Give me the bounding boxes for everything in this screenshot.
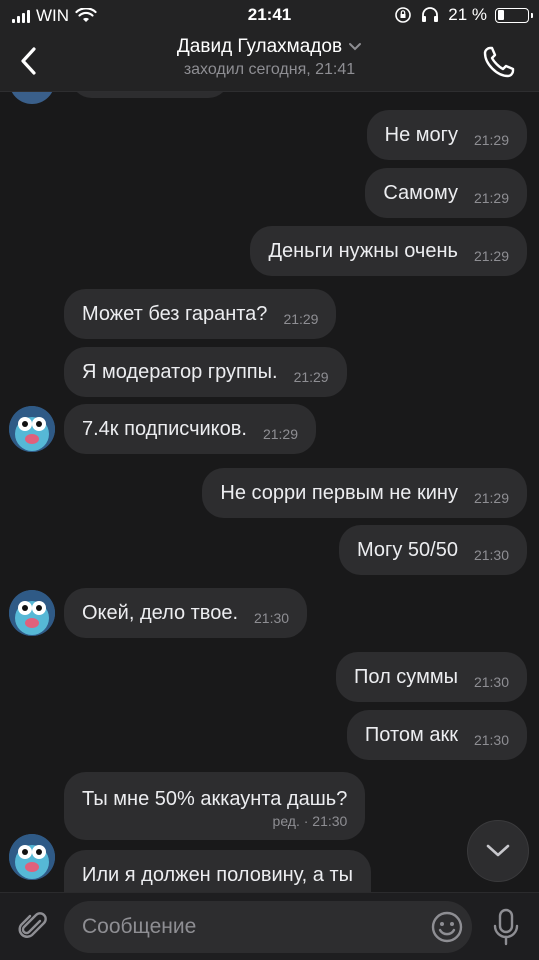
- chevron-down-icon[interactable]: [348, 42, 362, 52]
- chat-header: Давид Гулахмадов заходил сегодня, 21:41: [0, 32, 539, 92]
- message-time: 21:30: [254, 610, 290, 626]
- battery-icon: [495, 7, 533, 23]
- message-text: Не сорри первым не кину: [220, 481, 458, 504]
- message-input[interactable]: [82, 901, 422, 953]
- avatar[interactable]: [9, 834, 55, 880]
- message-bubble[interactable]: Или я должен половину, а ты: [64, 850, 371, 892]
- message-bubble[interactable]: Не могу 21:29: [366, 110, 527, 160]
- message-bubble[interactable]: Окей, дело твое. 21:30: [64, 588, 308, 638]
- message-bubble[interactable]: Пол суммы 21:30: [336, 652, 527, 702]
- message-text: Пол суммы: [354, 665, 458, 688]
- message-bubble[interactable]: Самому 21:29: [365, 168, 527, 218]
- message-time: 21:29: [283, 311, 319, 327]
- avatar[interactable]: [9, 406, 55, 452]
- message-text: Потом акк: [364, 723, 458, 746]
- message-time: 21:29: [473, 190, 509, 206]
- smiley-icon[interactable]: [430, 910, 464, 944]
- battery-percent: 21 %: [448, 5, 487, 24]
- message-text: Деньги нужны очень: [268, 239, 458, 262]
- message-text: 7.4к подписчиков.: [82, 417, 247, 440]
- message-time: 21:29: [473, 132, 509, 148]
- contact-status: заходил сегодня, 21:41: [183, 61, 356, 78]
- message-time: 21:29: [473, 490, 509, 506]
- message-bubble[interactable]: Может без гаранта? 21:29: [64, 289, 337, 339]
- scroll-down-button[interactable]: [467, 820, 529, 882]
- avatar[interactable]: [9, 590, 55, 636]
- message-text: Или я должен половину, а ты: [82, 864, 353, 886]
- phone-icon[interactable]: [481, 44, 517, 80]
- message-time: 21:30: [473, 674, 509, 690]
- message-text: Самому: [383, 181, 458, 204]
- message-time: 21:30: [473, 547, 509, 563]
- orientation-lock-icon: [395, 7, 412, 23]
- message-time: 21:30: [473, 732, 509, 748]
- message-time: 21:29: [473, 248, 509, 264]
- message-bubble[interactable]: Я модератор группы. 21:29: [64, 347, 347, 397]
- microphone-icon[interactable]: [491, 907, 521, 947]
- avatar-image: [9, 590, 55, 636]
- status-bar: WIN 21:41 21 %: [0, 0, 539, 32]
- message-text: Могу 50/50: [357, 538, 458, 561]
- headphones-icon: [422, 7, 439, 22]
- message-bubble[interactable]: Могу 50/50 21:30: [339, 525, 527, 575]
- message-text: Не могу: [384, 123, 458, 146]
- message-text: Ты мне 50% аккаунта дашь?: [82, 787, 348, 810]
- chevron-down-icon: [486, 844, 510, 857]
- contact-info[interactable]: Давид Гулахмадов заходил сегодня, 21:41: [0, 36, 539, 79]
- message-time: 21:29: [293, 369, 329, 385]
- message-text: Окей, дело твое.: [82, 601, 239, 624]
- avatar-image: [9, 406, 55, 452]
- contact-name[interactable]: Давид Гулахмадов: [177, 36, 342, 58]
- avatar: [9, 92, 55, 104]
- avatar-image: [9, 834, 55, 880]
- message-bubble[interactable]: 7.4к подписчиков. 21:29: [64, 404, 316, 454]
- message-input-box[interactable]: [64, 901, 472, 953]
- message-text: Я модератор группы.: [82, 360, 278, 383]
- paperclip-icon[interactable]: [16, 909, 50, 943]
- message-bubble[interactable]: Ты мне 50% аккаунта дашь? ред. · 21:30: [64, 772, 366, 840]
- message-bubble[interactable]: Не сорри первым не кину 21:29: [202, 468, 527, 518]
- message-list[interactable]: Не могу 21:29 Самому 21:29 Деньги нужны очен…: [0, 92, 539, 892]
- composer: [0, 892, 539, 960]
- message-time: 21:29: [262, 426, 298, 442]
- message-bubble[interactable]: Деньги нужны очень 21:29: [250, 226, 527, 276]
- message-bubble[interactable]: Потом акк 21:30: [346, 710, 527, 760]
- message-bubble-partial: [70, 92, 230, 98]
- message-text: Может без гаранта?: [82, 302, 268, 325]
- status-right: 21 %: [394, 5, 533, 25]
- message-time: ред. · 21:30: [272, 812, 348, 829]
